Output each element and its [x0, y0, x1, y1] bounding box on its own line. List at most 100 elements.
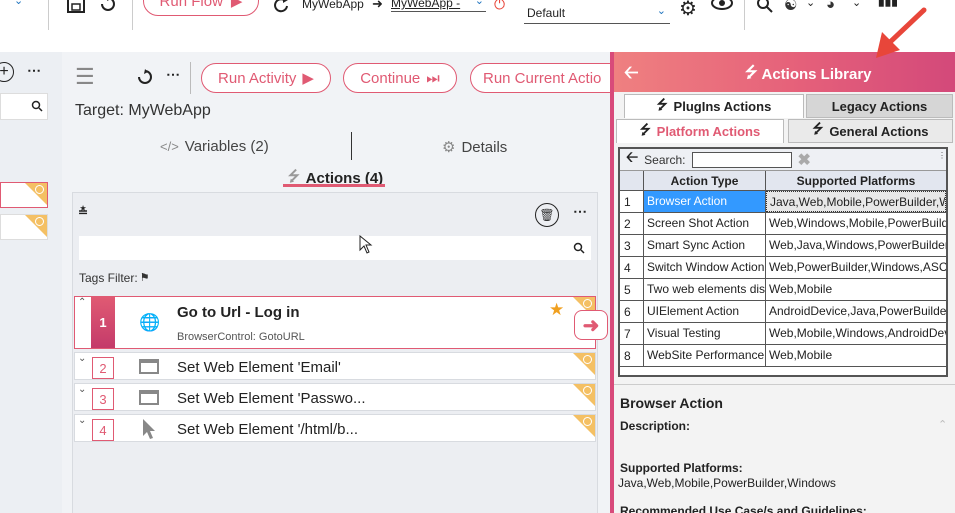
search-icon — [573, 242, 585, 254]
more-options-icon[interactable]: ⋯ — [166, 66, 180, 83]
globe-icon: 🌐 — [139, 313, 161, 332]
more-options-icon[interactable]: ⋯ — [27, 62, 41, 79]
grid-row[interactable]: 8 WebSite Performance Web,Mobile — [620, 345, 946, 367]
chevron-down-icon: ⌄ — [474, 0, 484, 7]
environment-select[interactable]: Default ⌄ — [524, 5, 670, 24]
tab-legacy-label: Legacy Actions — [831, 98, 928, 114]
row-number: 5 — [620, 279, 644, 300]
search-icon — [31, 100, 43, 112]
grid-row[interactable]: 6 UIElement Action AndroidDevice,Java,Powe… — [620, 301, 946, 323]
action-row-4[interactable]: ⌄ 4 Set Web Element '/html/b... — [74, 414, 596, 442]
star-icon[interactable]: ★ — [549, 300, 564, 320]
action-subtitle: BrowserControl: GotoURL — [177, 331, 305, 343]
tab-general-actions[interactable]: ⭍ General Actions — [788, 119, 953, 143]
menu-icon[interactable]: ☰ — [75, 66, 95, 88]
plugin-icon[interactable]: ☯ — [784, 0, 797, 14]
supported-platforms-label: Supported Platforms: — [620, 461, 743, 475]
column-supported-platforms[interactable]: Supported Platforms — [766, 171, 946, 190]
run-current-action-button[interactable]: Run Current Actio — [470, 63, 610, 93]
action-title: Set Web Element '/html/b... — [177, 421, 358, 438]
action-type-cell: UIElement Action — [644, 301, 766, 322]
tags-filter[interactable]: Tags Filter: ⚑ — [79, 271, 150, 285]
grid-row[interactable]: 4 Switch Window Action Web,PowerBuilder,Wi… — [620, 257, 946, 279]
run-flow-label: Run Flow — [159, 0, 223, 10]
action-row-1[interactable]: ⌃ 1 🌐 Go to Url - Log in BrowserControl:… — [74, 296, 596, 349]
grid-search-input[interactable] — [691, 151, 792, 168]
annotation-arrow-icon — [876, 7, 927, 58]
tab-general-label: General Actions — [829, 123, 929, 139]
expand-icon[interactable]: ⌄ — [78, 353, 86, 364]
divider — [614, 384, 955, 385]
column-action-type[interactable]: Action Type — [644, 171, 766, 190]
grid-row[interactable]: 5 Two web elements dis Web,Mobile — [620, 279, 946, 301]
action-number: 3 — [92, 388, 114, 410]
action-row-3[interactable]: ⌄ 3 Set Web Element 'Passwo... — [74, 383, 596, 411]
collapse-all-icon[interactable]: ≛ — [78, 205, 88, 219]
tags-filter-label: Tags Filter: — [79, 271, 138, 285]
grid-row[interactable]: 3 Smart Sync Action Web,Java,Windows,Power… — [620, 235, 946, 257]
back-arrow-icon[interactable]: 🡠 — [624, 60, 639, 90]
row-number: 7 — [620, 323, 644, 344]
pie-chart-icon[interactable]: ◕ — [826, 0, 835, 13]
expand-icon[interactable]: ⌄ — [78, 415, 86, 426]
left-search-input[interactable] — [0, 93, 48, 120]
undo-icon[interactable] — [98, 0, 118, 14]
platforms-cell: Web,Java,Windows,PowerBuilder — [769, 238, 946, 252]
divider — [48, 0, 49, 30]
gear-icon: ⚙ — [442, 139, 456, 156]
environment-value: Default — [527, 6, 566, 20]
lightning-icon: ⭍ — [745, 64, 758, 81]
list-item[interactable] — [0, 182, 48, 208]
detail-action-name: Browser Action — [620, 395, 723, 411]
eye-icon[interactable] — [710, 0, 734, 12]
run-activity-button[interactable]: Run Activity ▶ — [201, 63, 331, 93]
divider — [190, 62, 191, 94]
chevron-up-icon[interactable]: ⌃ — [938, 418, 947, 431]
action-type-cell: WebSite Performance — [644, 345, 766, 366]
chevron-down-icon[interactable]: ⌄ — [14, 0, 23, 7]
actions-search-input[interactable] — [79, 236, 591, 260]
add-to-flow-arrow-icon[interactable]: ➜ — [574, 310, 608, 340]
clear-icon[interactable]: ✖ — [798, 150, 811, 170]
collapse-icon[interactable]: ⌃ — [78, 297, 86, 308]
chevron-down-icon[interactable]: ⌄ — [852, 0, 861, 9]
action-type-cell: Visual Testing — [644, 323, 766, 344]
action-row-2[interactable]: ⌄ 2 Set Web Element 'Email' — [74, 352, 596, 380]
search-icon[interactable] — [756, 0, 774, 14]
platforms-cell: Java,Web,Mobile,PowerBuilder,W — [766, 191, 946, 212]
actions-library-panel: 🡠 ⭍ Actions Library ⭍ PlugIns Actions Le… — [610, 52, 955, 513]
row-number: 8 — [620, 345, 644, 366]
tab-plugins-actions[interactable]: ⭍ PlugIns Actions — [624, 94, 804, 118]
more-options-icon[interactable]: ⋯ — [573, 203, 587, 220]
supported-platforms-value: Java,Web,Mobile,PowerBuilder,Windows — [618, 476, 836, 490]
top-toolbar: ⌄ Run Flow ▶ MyWebApp ➜ MyWebApp - ⌄ ⏻ D… — [0, 0, 955, 52]
undo-icon[interactable] — [136, 69, 154, 87]
tab-legacy-actions[interactable]: Legacy Actions — [806, 94, 953, 118]
add-icon[interactable]: + — [0, 62, 14, 82]
chevron-down-icon[interactable]: ⋮ — [938, 151, 946, 160]
activity-panel: ☰ ⋯ Run Activity ▶ Continue ⏭ Run Curren… — [62, 52, 610, 513]
delete-icon[interactable]: 🗑 — [535, 203, 559, 227]
back-arrow-icon[interactable]: 🡠 — [626, 147, 638, 172]
platforms-cell: AndroidDevice,Java,PowerBuilder, — [769, 304, 946, 318]
gear-icon[interactable]: ⚙ — [679, 0, 697, 21]
run-flow-button[interactable]: Run Flow ▶ — [143, 0, 259, 16]
continue-button[interactable]: Continue ⏭ — [343, 63, 457, 93]
tab-variables[interactable]: </> Variables (2) — [160, 138, 269, 155]
action-type-cell: Browser Action — [644, 191, 766, 212]
app-select[interactable]: MyWebApp - ⌄ — [391, 0, 486, 12]
tab-platform-actions[interactable]: ⭍ Platform Actions — [616, 119, 784, 143]
refresh-icon[interactable] — [272, 0, 292, 15]
mouse-cursor-icon — [359, 235, 373, 254]
grid-row[interactable]: 7 Visual Testing Web,Mobile,Windows,Androi… — [620, 323, 946, 345]
save-icon[interactable] — [66, 0, 86, 14]
expand-icon[interactable]: ⌄ — [78, 384, 86, 395]
tab-details[interactable]: ⚙ Details — [442, 138, 507, 157]
power-icon[interactable]: ⏻ — [494, 0, 505, 13]
chevron-down-icon[interactable]: ⌄ — [806, 0, 815, 9]
list-item[interactable] — [0, 214, 48, 240]
grid-row[interactable]: 2 Screen Shot Action Web,Windows,Mobile,Po… — [620, 213, 946, 235]
row-number: 6 — [620, 301, 644, 322]
grid-row[interactable]: 1 Browser Action Java,Web,Mobile,PowerBuil… — [620, 191, 946, 213]
action-number: 1 — [91, 297, 115, 348]
